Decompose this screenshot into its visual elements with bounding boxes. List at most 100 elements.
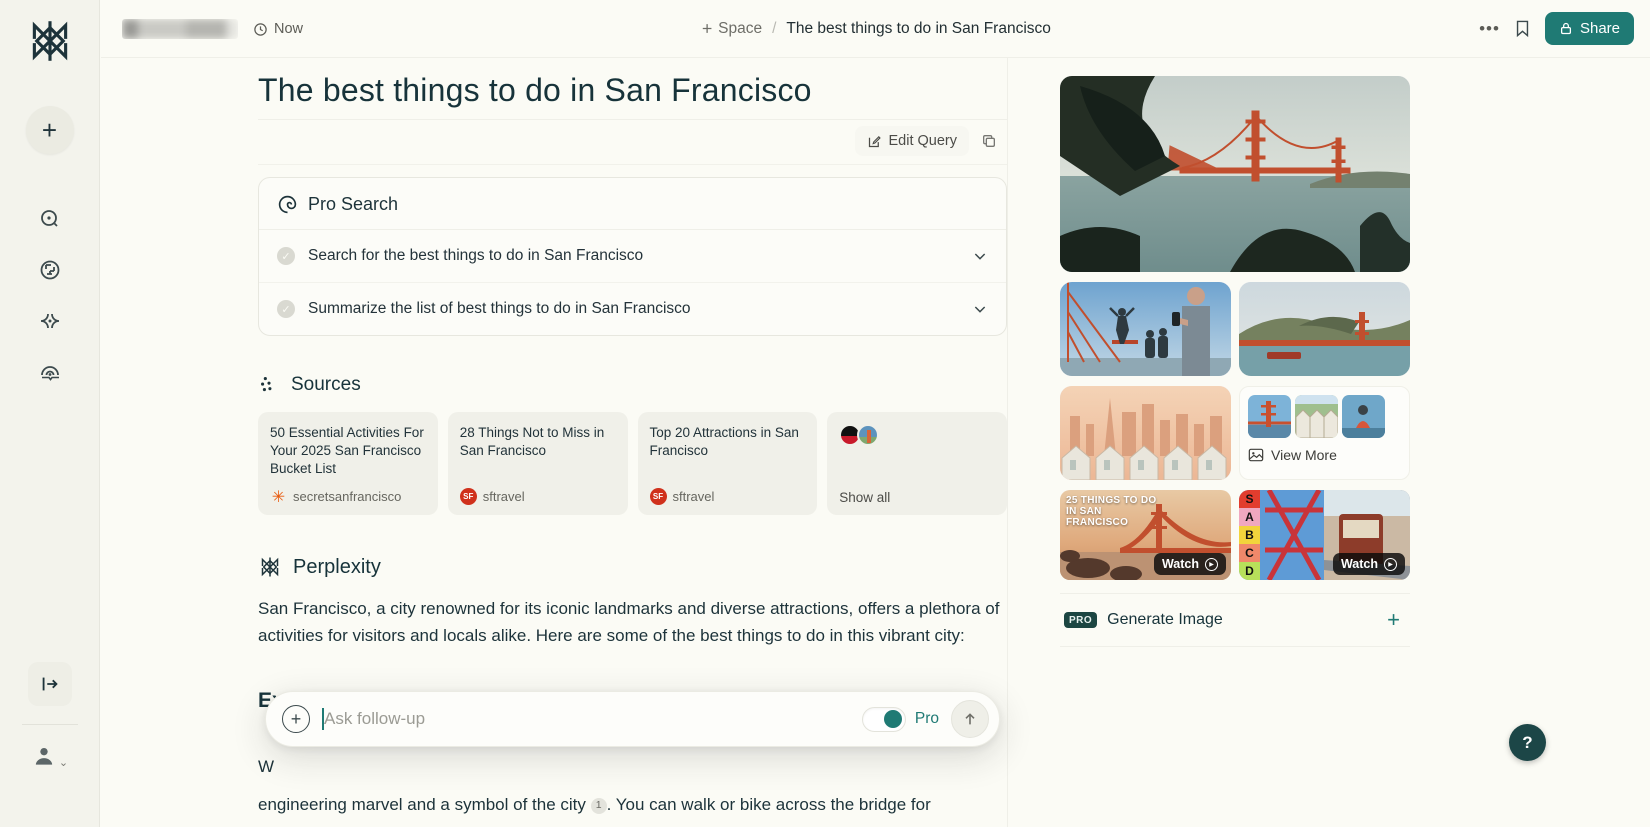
source-card-2[interactable]: 28 Things Not to Miss in San Francisco S… — [447, 412, 628, 515]
pro-toggle[interactable]: Pro — [861, 706, 939, 732]
clock-icon — [254, 22, 267, 36]
selfie-photo[interactable] — [1060, 282, 1231, 376]
left-sidebar: + ⌄ — [0, 0, 100, 827]
thread-author-redacted — [122, 19, 238, 39]
occluded-text-line: W — [258, 757, 275, 776]
view-more-thumbnails — [1248, 395, 1401, 438]
sftravel-favicon: SF — [459, 488, 477, 505]
spaces-icon[interactable] — [37, 308, 63, 334]
answer-bottom-line: engineering marvel and a symbol of the c… — [258, 795, 931, 814]
follow-up-bar: + Pro — [265, 691, 1000, 747]
perplexity-app-window: + ⌄ Now Space / The best things to do in… — [0, 0, 1650, 827]
page-title: The best things to do in San Francisco — [258, 72, 812, 108]
watch-button[interactable]: Watch ▶ — [1332, 553, 1405, 575]
source-meta: SF sftravel — [459, 488, 616, 505]
watch-button[interactable]: Watch ▶ — [1153, 553, 1226, 575]
user-avatar-icon — [35, 747, 53, 765]
source-meta: ✳ secretsanfrancisco — [271, 488, 402, 506]
perplexity-logo-icon[interactable] — [25, 16, 75, 66]
media-row-videos: 25 things to do in San Francisco Watch ▶ — [1060, 490, 1410, 580]
chevron-down-icon[interactable] — [972, 301, 988, 317]
sources-dots-icon — [261, 377, 272, 392]
source-title: 28 Things Not to Miss in San Francisco — [459, 425, 605, 458]
step-label: Search for the best things to do in San … — [308, 247, 644, 264]
video2-letter-strip: S A B C D — [1239, 490, 1260, 580]
library-icon[interactable] — [37, 359, 63, 385]
media-panel: View More 25 things to do in San Francis… — [1060, 76, 1410, 647]
answer-header: Perplexity — [258, 555, 1007, 579]
source-meta: SF sftravel — [649, 488, 806, 505]
chevron-down-icon: ⌄ — [58, 757, 69, 769]
plus-icon — [702, 24, 711, 33]
sidebar-divider — [21, 724, 78, 725]
edit-query-button[interactable]: Edit Query — [854, 126, 969, 156]
show-all-label: Show all — [839, 490, 891, 505]
pro-search-step-1[interactable]: ✓ Search for the best things to do in Sa… — [259, 230, 1006, 283]
pro-search-swirl-icon — [278, 195, 297, 214]
step-check-icon: ✓ — [277, 300, 295, 318]
video-title-overlay: 25 things to do in San Francisco — [1066, 495, 1157, 528]
media-row-2 — [1060, 282, 1410, 376]
answer-paragraph: San Francisco, a city renowned for its i… — [258, 599, 1000, 645]
source-card-1[interactable]: 50 Essential Activities For Your 2025 Sa… — [258, 412, 438, 515]
citation-badge[interactable]: 1 — [590, 797, 607, 814]
pro-search-panel: Pro Search ✓ Search for the best things … — [258, 177, 1007, 336]
copy-query-icon[interactable] — [981, 133, 997, 149]
pro-toggle-label: Pro — [914, 710, 939, 727]
source-title: 50 Essential Activities For Your 2025 Sa… — [270, 425, 424, 476]
source-title: Top 20 Attractions in San Francisco — [649, 425, 799, 458]
lock-icon — [1560, 22, 1571, 35]
pro-toggle-switch[interactable] — [861, 706, 906, 732]
sftravel-favicon: SF — [649, 488, 667, 505]
arrow-up-icon — [965, 713, 975, 725]
share-button[interactable]: Share — [1544, 12, 1634, 45]
pro-search-header: Pro Search — [259, 178, 1006, 230]
sidebar-bottom: ⌄ — [0, 662, 99, 827]
show-all-sources-card[interactable]: Show all — [827, 412, 1007, 515]
query-toolbar: Edit Query — [258, 120, 1007, 165]
expand-sidebar-button[interactable] — [27, 662, 72, 706]
help-button[interactable]: ? — [1509, 724, 1546, 761]
sources-grid: 50 Essential Activities For Your 2025 Sa… — [258, 412, 1007, 515]
discover-globe-icon[interactable] — [37, 257, 63, 283]
perplexity-answer-icon — [261, 557, 279, 577]
text-caret — [322, 708, 324, 730]
pro-search-step-2[interactable]: ✓ Summarize the list of best things to d… — [259, 283, 1006, 335]
generate-image-label: Generate Image — [1107, 611, 1223, 628]
breadcrumb-separator: / — [772, 19, 777, 37]
media-row-3: View More — [1060, 386, 1410, 480]
bridge-hills-photo[interactable] — [1239, 282, 1410, 376]
step-label: Summarize the list of best things to do … — [308, 300, 691, 317]
more-options-button[interactable]: ••• — [1479, 19, 1500, 39]
view-more-card[interactable]: View More — [1239, 386, 1410, 480]
bookmark-icon[interactable] — [1514, 19, 1531, 38]
painted-ladies-photo[interactable] — [1060, 386, 1231, 480]
view-more-button[interactable]: View More — [1248, 447, 1401, 463]
video-thumbnail-2[interactable]: S A B C D Watch ▶ — [1239, 490, 1410, 580]
search-icon[interactable] — [37, 206, 63, 232]
source-favicon — [857, 424, 880, 446]
play-icon: ▶ — [1205, 557, 1218, 571]
submit-arrow-button[interactable] — [951, 700, 989, 738]
golden-gate-hero-photo[interactable] — [1060, 76, 1410, 272]
video-thumbnail-1[interactable]: 25 things to do in San Francisco Watch ▶ — [1060, 490, 1231, 580]
generate-image-row[interactable]: PRO Generate Image + — [1060, 593, 1410, 647]
profile-menu-button[interactable]: ⌄ — [31, 743, 68, 769]
follow-up-input-wrap — [322, 708, 862, 730]
pro-badge: PRO — [1064, 612, 1098, 628]
new-thread-button[interactable]: + — [25, 106, 74, 154]
breadcrumb-thread-title[interactable]: The best things to do in San Francisco — [786, 20, 1051, 38]
attach-plus-icon[interactable]: + — [282, 705, 310, 733]
sources-header: Sources — [258, 374, 1007, 396]
step-check-icon: ✓ — [277, 247, 295, 265]
add-to-space-button[interactable]: Space — [700, 20, 762, 38]
follow-up-input[interactable] — [324, 709, 862, 729]
secretsanfrancisco-favicon: ✳ — [271, 488, 286, 506]
generate-plus-icon[interactable]: + — [1387, 607, 1406, 633]
source-favicon-stack — [839, 424, 995, 446]
thread-timestamp: Now — [253, 0, 303, 58]
top-bar: Now Space / The best things to do in San… — [101, 0, 1650, 58]
image-icon — [1248, 448, 1264, 462]
chevron-down-icon[interactable] — [972, 248, 988, 264]
source-card-3[interactable]: Top 20 Attractions in San Francisco SF s… — [637, 412, 818, 515]
